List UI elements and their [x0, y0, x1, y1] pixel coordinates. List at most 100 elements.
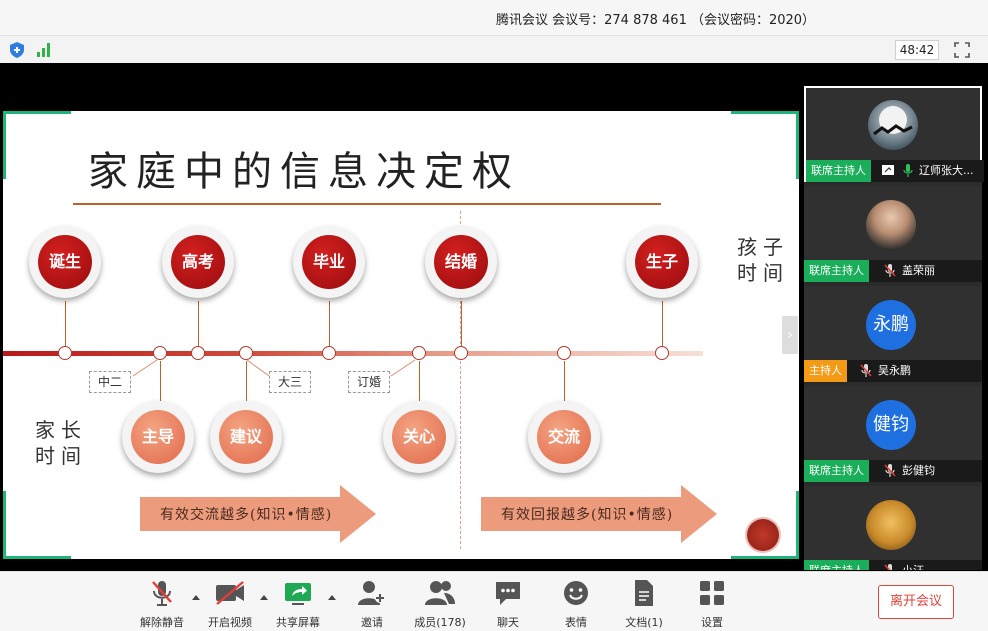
participant-tile[interactable]: 健钧 联席主持人 彭健钧 — [804, 386, 982, 482]
participant-name: 辽师张大... — [919, 164, 974, 177]
role-lead: 主导 — [122, 401, 194, 473]
share-screen-label: 共享屏幕 — [276, 616, 320, 629]
child-time-line1: 孩子 — [737, 235, 789, 259]
chevron-up-icon[interactable] — [328, 594, 336, 600]
leave-meeting-button[interactable]: 离开会议 — [878, 585, 954, 619]
participant-tile[interactable]: 永鹏 主持人 吴永鹏 — [804, 286, 982, 382]
role-advise: 建议 — [210, 401, 282, 473]
settings-label: 设置 — [701, 616, 723, 629]
add-user-icon — [358, 581, 385, 605]
milestone-label: 结婚 — [434, 235, 488, 289]
participant-tile[interactable]: 联席主持人 小汪... — [804, 486, 982, 570]
participant-name: 盖荣丽 — [902, 264, 935, 277]
reactions-label: 表情 — [565, 616, 587, 629]
chat-label: 聊天 — [497, 616, 519, 629]
milestone-label: 诞生 — [38, 235, 92, 289]
role-care: 关心 — [383, 401, 455, 473]
participant-bar: 联席主持人 盖荣丽 — [804, 260, 982, 282]
mic-muted-icon — [860, 364, 872, 377]
participants-panel: 联席主持人 辽师张大... 联席主持人 盖荣丽 永鹏 主持人 吴永鹏 健钧 联席… — [804, 86, 984, 570]
start-video-label: 开启视频 — [208, 616, 252, 629]
participant-bar: 联席主持人 彭健钧 — [804, 460, 982, 482]
milestone-label: 生子 — [635, 235, 689, 289]
start-video-button[interactable]: 开启视频 — [198, 578, 262, 630]
tag-pointers — [132, 359, 416, 377]
unmute-label: 解除静音 — [140, 616, 184, 629]
members-button[interactable]: 成员(178) — [408, 578, 472, 630]
meeting-info: 腾讯会议 会议号：274 878 461 （会议密码：2020） — [496, 13, 816, 28]
participant-name: 小汪... — [902, 560, 935, 570]
unmute-button[interactable]: 解除静音 — [130, 578, 194, 630]
parent-time-label: 家长 时间 — [35, 417, 87, 469]
settings-button[interactable]: 设置 — [680, 578, 744, 630]
arrow-head — [340, 485, 376, 543]
smile-icon — [564, 581, 588, 605]
corner-bracket — [3, 111, 71, 114]
meeting-timer: 48:42 — [895, 40, 939, 60]
tag-label: 中二 — [89, 371, 131, 393]
mic-muted-icon — [884, 464, 896, 477]
status-bar: 48:42 — [0, 37, 988, 63]
arrow-text: 有效回报越多(知识•情感) — [501, 507, 674, 523]
cat-image — [866, 500, 916, 550]
arrow-communication: 有效交流越多(知识•情感) — [140, 485, 376, 543]
arrow-head — [681, 485, 717, 543]
timeline-node — [655, 346, 669, 360]
connector-line — [564, 361, 565, 401]
corner-bracket — [796, 491, 799, 559]
avatar-text: 永鹏 — [866, 300, 916, 350]
parent-time-line2: 时间 — [35, 444, 87, 468]
reactions-button[interactable]: 表情 — [544, 578, 608, 630]
parent-time-line1: 家长 — [35, 418, 87, 442]
screen-share-icon — [882, 165, 894, 175]
participant-tile[interactable]: 联席主持人 盖荣丽 — [804, 186, 982, 282]
role-label: 主导 — [131, 410, 185, 464]
presentation-slide: 家庭中的信息决定权 诞生 高考 毕业 结婚 生子 主导 建议 关心 交流 中二 … — [3, 111, 799, 559]
red-seal-logo — [747, 519, 779, 551]
role-communicate: 交流 — [528, 401, 600, 473]
milestone-label: 高考 — [171, 235, 225, 289]
corner-bracket — [796, 111, 799, 179]
slide-title: 家庭中的信息决定权 — [88, 149, 520, 195]
documents-button[interactable]: 文档(1) — [612, 578, 676, 630]
timeline-node — [58, 346, 72, 360]
night-sky-image — [873, 106, 913, 136]
corner-bracket — [3, 111, 6, 179]
corner-bracket — [731, 111, 799, 114]
milestone-marriage: 结婚 — [425, 226, 497, 298]
signal-icon[interactable] — [37, 42, 53, 57]
timeline-node — [557, 346, 571, 360]
title-bar: 腾讯会议 会议号：274 878 461 （会议密码：2020） — [0, 0, 988, 36]
mic-muted-icon — [884, 264, 896, 277]
share-screen-button[interactable]: 共享屏幕 — [266, 578, 330, 630]
members-icon — [425, 581, 455, 605]
members-label: 成员(178) — [414, 616, 466, 629]
milestone-label: 毕业 — [302, 235, 356, 289]
child-time-label: 孩子 时间 — [737, 234, 789, 286]
role-badge: 联席主持人 — [804, 460, 869, 482]
chat-button[interactable]: 聊天 — [476, 578, 540, 630]
invite-button[interactable]: 邀请 — [340, 578, 404, 630]
shield-icon[interactable] — [10, 42, 24, 58]
participant-tile[interactable]: 联席主持人 辽师张大... — [804, 86, 984, 182]
role-badge: 主持人 — [804, 360, 847, 382]
participant-name: 彭健钧 — [902, 464, 935, 477]
share-screen-icon — [285, 583, 311, 605]
chat-icon — [496, 582, 520, 605]
mic-on-icon — [903, 164, 913, 177]
woman-photo — [866, 200, 916, 250]
avatar-text: 健钧 — [866, 400, 916, 450]
mic-muted-icon — [884, 564, 894, 570]
role-badge: 联席主持人 — [806, 160, 871, 182]
milestone-graduation: 毕业 — [293, 226, 365, 298]
collapse-panel-chevron-icon[interactable]: › — [782, 316, 798, 354]
milestone-birth: 诞生 — [29, 226, 101, 298]
role-label: 建议 — [219, 410, 273, 464]
bottom-toolbar: 解除静音 开启视频 共享屏幕 邀请 成员(178) 聊天 表情 文档(1) 设置… — [0, 571, 988, 631]
timeline-node — [454, 346, 468, 360]
invite-label: 邀请 — [361, 616, 383, 629]
document-icon — [635, 580, 653, 606]
corner-bracket — [731, 556, 799, 559]
fullscreen-icon[interactable] — [954, 42, 970, 58]
documents-label: 文档(1) — [625, 616, 663, 629]
